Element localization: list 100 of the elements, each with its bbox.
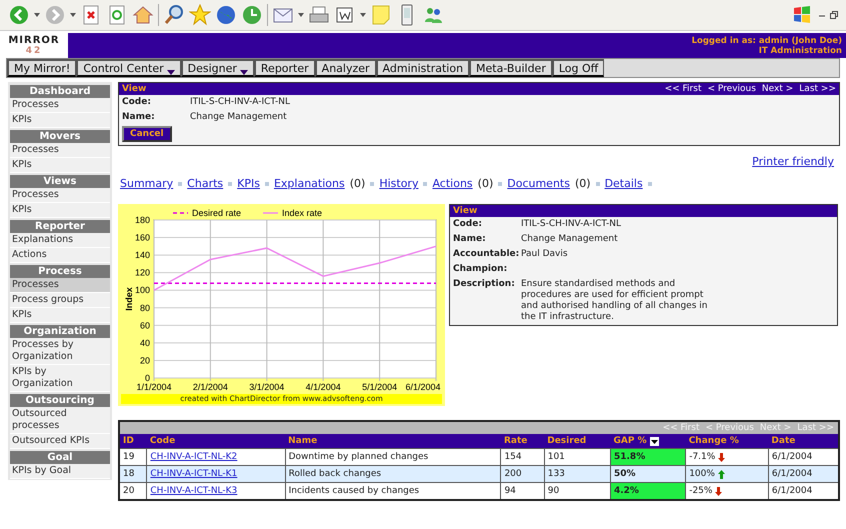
caret-icon [166, 70, 175, 74]
field-label: Description: [453, 279, 516, 291]
column-header[interactable]: Desired [544, 434, 610, 448]
sidebar-item[interactable]: Process groups [10, 293, 110, 308]
sidebar-item[interactable]: Processes [10, 98, 110, 113]
y-tick-label: 120 [134, 268, 150, 278]
y-tick-label: 180 [134, 215, 150, 225]
field-value: ITIL-S-CH-INV-A-ICT-NL [521, 219, 622, 230]
menu-item[interactable]: Meta-Builder [469, 59, 552, 77]
sidebar-item[interactable]: Explanations [10, 233, 110, 248]
x-tick-label: 6/1/2004 [405, 382, 441, 392]
menu-item[interactable]: Administration [376, 59, 470, 77]
menu-item[interactable]: My Mirror! [7, 59, 76, 77]
sidebar-item[interactable]: Actions [10, 248, 110, 263]
sidebar-item[interactable]: Outsourced processes [10, 407, 110, 434]
y-tick-label: 160 [134, 232, 150, 243]
section-link[interactable]: KPIs [237, 177, 260, 190]
legend-label: Index rate [282, 208, 322, 218]
sidebar-item[interactable]: KPIs by Goal [10, 464, 110, 479]
code-link[interactable]: CH-INV-A-ICT-NL-K1 [150, 469, 238, 479]
menu-item[interactable]: Log Off [552, 59, 604, 77]
column-header[interactable]: Rate [500, 434, 544, 448]
caret-icon[interactable] [360, 13, 366, 17]
sidebar-item[interactable]: Processes [10, 143, 110, 158]
x-tick-label: 3/1/2004 [249, 382, 284, 392]
sidebar-heading: Dashboard [10, 85, 110, 98]
sidebar-item[interactable]: KPIs [10, 158, 110, 173]
cancel-button[interactable]: Cancel [122, 126, 172, 142]
sidebar-item[interactable]: Outsourced KPIs [10, 434, 110, 449]
menu-item[interactable]: Analyzer [314, 59, 376, 77]
table-cell: 51.8% [610, 448, 686, 466]
code-link[interactable]: CH-INV-A-ICT-NL-K2 [150, 452, 238, 462]
menu-item[interactable]: Designer [180, 59, 254, 77]
section-link[interactable]: Details [604, 177, 643, 190]
table-cell: 90 [544, 482, 610, 500]
field-label: Champion: [453, 264, 508, 275]
column-header[interactable]: Name [285, 434, 501, 448]
x-tick-label: 4/1/2004 [306, 382, 341, 392]
axis-title: Index [124, 287, 134, 311]
caret-icon[interactable] [70, 13, 76, 17]
column-header[interactable]: Code [146, 434, 286, 448]
sidebar-item[interactable]: Processes [10, 278, 110, 293]
sort-icon [650, 436, 659, 446]
column-header[interactable]: ID [119, 434, 147, 448]
section-link[interactable]: Charts [187, 177, 224, 190]
user-info-text: IT Administration [758, 46, 842, 56]
section-link[interactable]: Explanations [274, 177, 345, 190]
sidebar-item[interactable]: KPIs by Organization [10, 365, 110, 392]
caret-icon[interactable] [298, 13, 304, 17]
logo: MIRROR 42 [0, 33, 68, 58]
history-icon[interactable] [241, 4, 263, 26]
table-cell: 20 [119, 482, 147, 500]
sidebar-item[interactable]: Processes by Organization [10, 338, 110, 365]
x-tick-label: 2/1/2004 [192, 382, 228, 392]
x-tick-label: 1/1/2004 [136, 382, 172, 392]
field-value: Paul Davis [521, 249, 569, 260]
back-icon[interactable] [8, 4, 30, 26]
caret-icon[interactable] [34, 13, 40, 17]
pager-link[interactable]: << First [664, 84, 702, 94]
pager-link[interactable]: < Previous [707, 84, 756, 94]
caret-icon [240, 70, 248, 74]
table-cell: 200 [500, 466, 544, 482]
sidebar-item[interactable]: KPIs [10, 203, 110, 218]
section-link[interactable]: Documents [507, 177, 570, 190]
search-icon[interactable] [163, 4, 185, 26]
pager-link[interactable]: Next > [762, 84, 794, 94]
table-cell: 6/1/2004 [768, 482, 839, 500]
section-link[interactable]: History [379, 177, 418, 190]
y-tick-label: 20 [140, 355, 150, 366]
pager-link[interactable]: Last >> [799, 84, 836, 94]
sidebar-item[interactable]: KPIs [10, 308, 110, 323]
column-header[interactable]: Change % [686, 434, 768, 448]
field-value: ITIL-S-CH-INV-A-ICT-NL [190, 97, 290, 108]
menu-item[interactable]: Reporter [254, 59, 315, 77]
y-tick-label: 40 [140, 338, 150, 348]
table-cell: 94 [500, 482, 544, 500]
menu-item[interactable]: Control Center [76, 59, 181, 77]
field-label: Name: [122, 112, 156, 123]
sidebar-item[interactable]: Processes [10, 188, 110, 203]
restore-icon[interactable] [830, 11, 838, 19]
column-header[interactable]: Date [768, 434, 839, 448]
star-icon[interactable] [189, 4, 211, 26]
table-cell: 4.2% [610, 482, 686, 500]
section-link[interactable]: Actions [432, 177, 473, 190]
globe-icon[interactable] [215, 4, 237, 26]
field-value: Change Management [190, 112, 287, 123]
sidebar-heading: Process [10, 265, 110, 278]
home-icon[interactable] [132, 4, 154, 26]
table-cell: 133 [544, 466, 610, 482]
change-value: -7.1% [689, 452, 716, 462]
printer-friendly-link[interactable]: Printer friendly [752, 155, 834, 168]
sidebar-item[interactable]: KPIs [10, 113, 110, 128]
column-header[interactable]: GAP % [610, 434, 686, 448]
y-tick-label: 0 [144, 373, 150, 383]
user-info-text: Logged in as: admin (John Doe) [692, 36, 842, 46]
code-link[interactable]: CH-INV-A-ICT-NL-K3 [150, 486, 238, 496]
section-link[interactable]: Summary [120, 177, 174, 190]
count-text: (0) [350, 177, 366, 190]
sidebar-heading: Goal [10, 451, 110, 464]
table-cell: 154 [500, 448, 544, 466]
